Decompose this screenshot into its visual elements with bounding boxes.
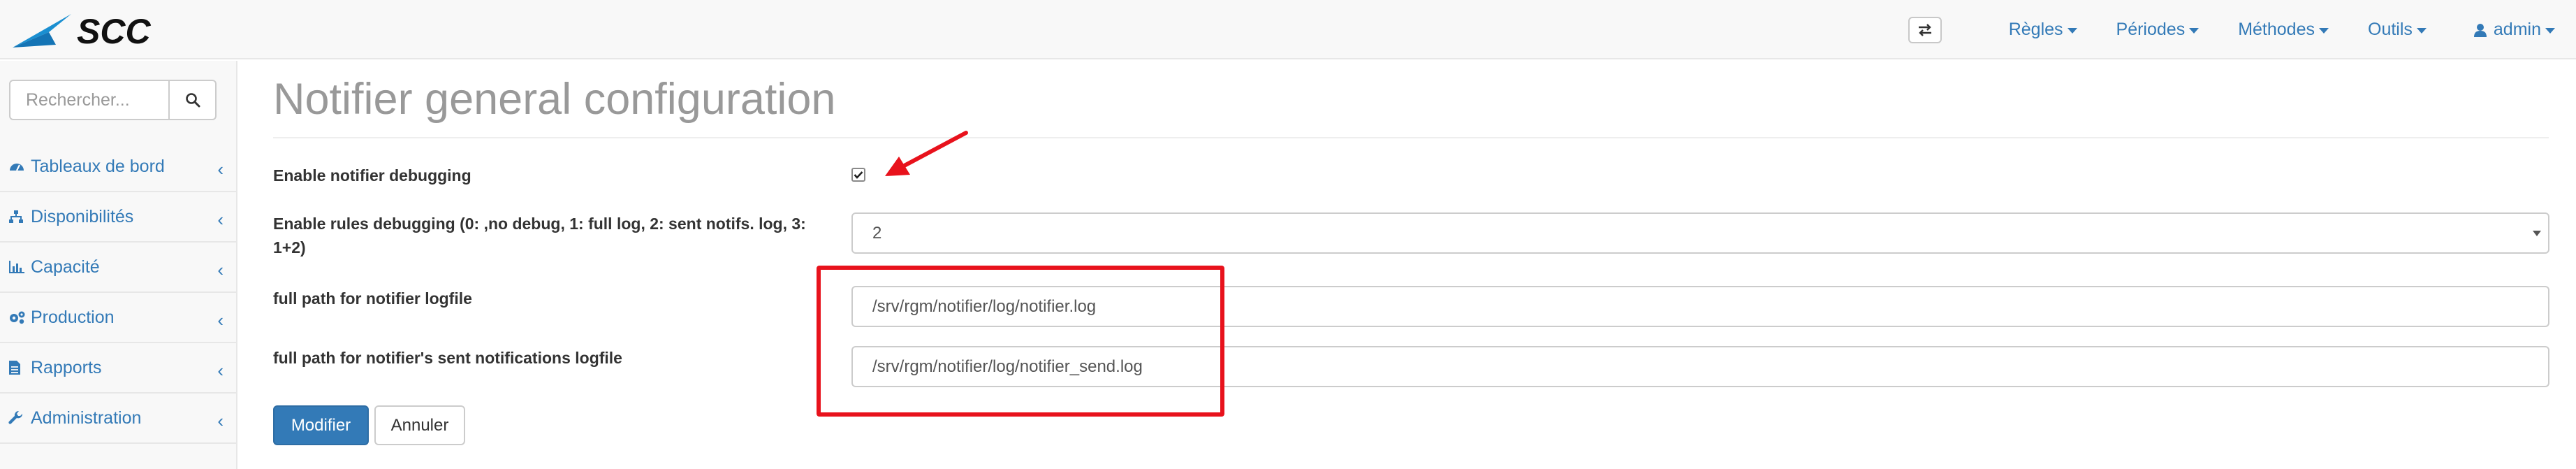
- caret-down-icon: [2067, 27, 2077, 34]
- scc-logo[interactable]: SCC: [7, 7, 210, 53]
- logfile-label: full path for notifier logfile: [273, 289, 472, 308]
- title-divider: [273, 137, 2549, 138]
- sidebar-item-tableaux-de-bord[interactable]: Tableaux de bord ‹: [0, 142, 237, 192]
- user-icon: [2473, 23, 2487, 37]
- switch-toggle-button[interactable]: [1908, 16, 1942, 43]
- chevron-left-icon: ‹: [217, 410, 224, 431]
- sent-logfile-label: full path for notifier's sent notificati…: [273, 349, 622, 367]
- sidebar-item-capacite[interactable]: Capacité ‹: [0, 243, 237, 293]
- sidebar-menu: Tableaux de bord ‹ Disponibilités ‹ Capa…: [0, 142, 237, 444]
- rules-debug-label-line2: 1+2): [273, 238, 306, 257]
- caret-down-icon: [2416, 27, 2427, 34]
- search-input[interactable]: [9, 80, 170, 120]
- logfile-value: /srv/rgm/notifier/log/notifier.log: [872, 296, 1097, 316]
- page-title: Notifier general configuration: [273, 75, 836, 124]
- top-navbar: SCC Règles Périodes Méthodes Outils admi…: [0, 0, 2576, 59]
- chevron-left-icon: ‹: [217, 209, 224, 230]
- rules-debug-label-line1: Enable rules debugging (0: ,no debug, 1:…: [273, 215, 806, 233]
- sidebar-item-label: Administration: [31, 407, 142, 428]
- nav-methodes-dropdown[interactable]: Méthodes: [2238, 20, 2329, 40]
- sidebar-item-rapports[interactable]: Rapports ‹: [0, 343, 237, 394]
- svg-text:SCC: SCC: [77, 12, 151, 51]
- dashboard-icon: [8, 157, 29, 175]
- rules-debug-label: Enable rules debugging (0: ,no debug, 1:…: [273, 212, 806, 259]
- sent-logfile-value: /srv/rgm/notifier/log/notifier_send.log: [872, 356, 1143, 376]
- modifier-button[interactable]: Modifier: [273, 405, 369, 445]
- chevron-left-icon: ‹: [217, 310, 224, 331]
- rules-debug-selected-value: 2: [872, 223, 882, 243]
- chevron-left-icon: ‹: [217, 259, 224, 280]
- caret-down-icon: [2545, 27, 2555, 34]
- sitemap-icon: [8, 208, 29, 226]
- navbar-menu: Règles Périodes Méthodes Outils admin: [1908, 0, 2555, 59]
- nav-user-dropdown[interactable]: admin: [2473, 20, 2555, 40]
- nav-user-label: admin: [2493, 20, 2541, 39]
- bar-chart-icon: [8, 258, 29, 276]
- sidebar-item-label: Capacité: [31, 257, 100, 277]
- sidebar-item-administration[interactable]: Administration ‹: [0, 394, 237, 444]
- sidebar-item-label: Rapports: [31, 357, 102, 377]
- sidebar-item-label: Production: [31, 307, 115, 327]
- gears-icon: [8, 308, 29, 326]
- debug-checkbox[interactable]: [851, 168, 865, 182]
- checkmark-icon: [854, 171, 863, 179]
- file-text-icon: [8, 359, 29, 377]
- nav-regles-dropdown[interactable]: Règles: [2009, 20, 2077, 40]
- search-icon: [185, 93, 200, 108]
- wrench-icon: [8, 409, 29, 427]
- sidebar-item-label: Disponibilités: [31, 206, 134, 226]
- nav-methodes-label: Méthodes: [2238, 20, 2315, 39]
- caret-down-icon: [2533, 231, 2541, 236]
- caret-down-icon: [2319, 27, 2329, 34]
- exchange-icon: [1918, 23, 1931, 36]
- caret-down-icon: [2189, 27, 2200, 34]
- sidebar-search: [9, 80, 217, 120]
- search-button[interactable]: [170, 80, 217, 120]
- rules-debug-select[interactable]: 2: [851, 212, 2549, 254]
- nav-regles-label: Règles: [2008, 20, 2063, 39]
- nav-outils-label: Outils: [2368, 20, 2413, 39]
- nav-periodes-dropdown[interactable]: Périodes: [2116, 20, 2200, 40]
- sent-logfile-input[interactable]: /srv/rgm/notifier/log/notifier_send.log: [851, 346, 2549, 387]
- debug-label: Enable notifier debugging: [273, 166, 471, 185]
- sidebar: Tableaux de bord ‹ Disponibilités ‹: [0, 61, 237, 469]
- logfile-input[interactable]: /srv/rgm/notifier/log/notifier.log: [851, 286, 2549, 327]
- annuler-button[interactable]: Annuler: [374, 405, 465, 445]
- nav-periodes-label: Périodes: [2116, 20, 2186, 39]
- nav-outils-dropdown[interactable]: Outils: [2368, 20, 2427, 40]
- annotation-arrow-icon: [885, 131, 968, 176]
- sidebar-item-disponibilites[interactable]: Disponibilités ‹: [0, 192, 237, 243]
- sidebar-item-label: Tableaux de bord: [31, 156, 165, 176]
- chevron-left-icon: ‹: [217, 159, 224, 180]
- sidebar-item-production[interactable]: Production ‹: [0, 293, 237, 343]
- chevron-left-icon: ‹: [217, 360, 224, 381]
